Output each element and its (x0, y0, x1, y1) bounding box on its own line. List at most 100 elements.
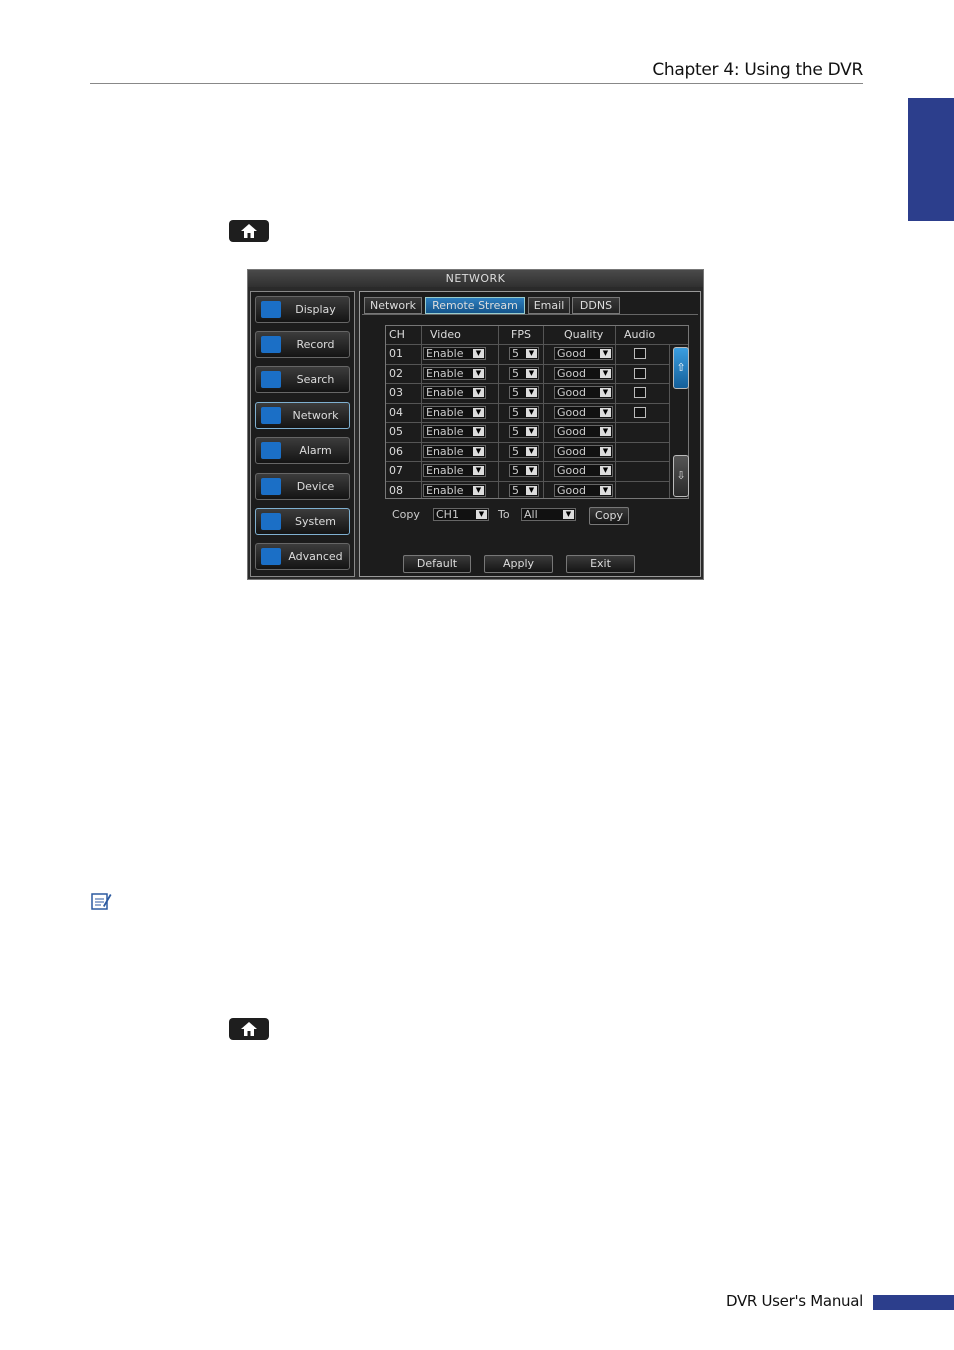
channel-cell: 07 (389, 464, 403, 477)
menu-record-button[interactable]: Record (255, 331, 350, 358)
chevron-down-icon: ▼ (526, 349, 537, 358)
menu-device-button[interactable]: Device (255, 473, 350, 500)
video-select[interactable]: Enable ▼ (423, 386, 486, 399)
copy-button[interactable]: Copy (589, 507, 629, 525)
table-row: 05 Enable ▼ 5 ▼ Good ▼ (386, 422, 669, 442)
video-select[interactable]: Enable ▼ (423, 405, 486, 419)
apply-button[interactable]: Apply (484, 555, 553, 573)
audio-checkbox[interactable] (634, 406, 646, 418)
channel-cell: 05 (389, 425, 403, 438)
menu-label: Search (296, 373, 335, 386)
scroll-down-button[interactable]: ⇩ (673, 455, 689, 497)
stream-table: ⇧ ⇩ CH Video FPS Quality Audio 01 Enable ▼ 5 ▼ Goo… (385, 325, 689, 499)
chevron-down-icon: ▼ (526, 446, 537, 456)
video-select[interactable]: Enable ▼ (423, 347, 486, 360)
chevron-down-icon: ▼ (473, 349, 484, 358)
table-row: 04 Enable ▼ 5 ▼ Good ▼ (386, 403, 669, 423)
video-select[interactable]: Enable ▼ (423, 483, 486, 497)
chevron-down-icon: ▼ (600, 388, 611, 397)
table-row: 06 Enable ▼ 5 ▼ Good ▼ (386, 442, 669, 462)
menu-advanced-button[interactable]: Advanced (255, 543, 350, 570)
chevron-down-icon: ▼ (600, 349, 611, 358)
video-select[interactable]: Enable ▼ (423, 464, 486, 477)
header-rule (90, 83, 863, 84)
table-row: 01 Enable ▼ 5 ▼ Good ▼ (386, 344, 669, 364)
chevron-down-icon: ▼ (473, 427, 484, 436)
chevron-down-icon: ▼ (600, 466, 611, 475)
chevron-down-icon: ▼ (600, 427, 611, 436)
column-header: Quality (564, 328, 604, 341)
tab-ddns[interactable]: DDNS (572, 297, 620, 314)
default-button[interactable]: Default (403, 555, 471, 573)
video-select[interactable]: Enable ▼ (423, 366, 486, 380)
channel-cell: 02 (389, 366, 403, 380)
quality-select[interactable]: Good ▼ (554, 405, 613, 419)
quality-select[interactable]: Good ▼ (554, 366, 613, 380)
menu-label: Record (296, 338, 335, 351)
video-select[interactable]: Enable ▼ (423, 425, 486, 438)
chapter-side-tab (908, 98, 954, 221)
table-row: 08 Enable ▼ 5 ▼ Good ▼ (386, 481, 669, 501)
quality-select[interactable]: Good ▼ (554, 425, 613, 438)
menu-network-button[interactable]: Network (255, 402, 350, 429)
fps-select[interactable]: 5 ▼ (509, 366, 539, 380)
channel-cell: 03 (389, 386, 403, 399)
fps-select[interactable]: 5 ▼ (509, 425, 539, 438)
fps-select[interactable]: 5 ▼ (509, 483, 539, 497)
chevron-down-icon: ▼ (473, 407, 484, 417)
menu-label: Advanced (288, 550, 343, 563)
audio-checkbox[interactable] (634, 387, 646, 398)
tab-email[interactable]: Email (528, 297, 570, 314)
menu-label: Display (295, 303, 336, 316)
menu-label: Alarm (299, 444, 332, 457)
network-icon (261, 407, 281, 424)
menu-search-button[interactable]: Search (255, 366, 350, 393)
video-select[interactable]: Enable ▼ (423, 444, 486, 458)
tab-remote-stream[interactable]: Remote Stream (425, 297, 525, 314)
channel-cell: 01 (389, 347, 403, 360)
table-row: 02 Enable ▼ 5 ▼ Good ▼ (386, 364, 669, 384)
copy-from-select[interactable]: CH1 ▼ (433, 508, 489, 521)
alarm-icon (261, 442, 281, 459)
device-icon (261, 478, 281, 495)
chevron-down-icon: ▼ (600, 446, 611, 456)
audio-checkbox[interactable] (634, 348, 646, 359)
home-button-top[interactable] (229, 220, 269, 242)
copy-to-select[interactable]: All ▼ (521, 508, 576, 521)
chevron-down-icon: ▼ (600, 485, 611, 495)
quality-select[interactable]: Good ▼ (554, 347, 613, 360)
fps-select[interactable]: 5 ▼ (509, 405, 539, 419)
chevron-down-icon: ▼ (600, 368, 611, 378)
fps-select[interactable]: 5 ▼ (509, 347, 539, 360)
chevron-down-icon: ▼ (526, 368, 537, 378)
audio-checkbox[interactable] (634, 367, 646, 379)
menu-system-button[interactable]: System (255, 508, 350, 535)
arrow-down-icon: ⇩ (676, 469, 686, 482)
display-icon (261, 301, 281, 318)
quality-select[interactable]: Good ▼ (554, 386, 613, 399)
home-button-bottom[interactable] (229, 1018, 269, 1040)
chevron-down-icon: ▼ (473, 368, 484, 378)
menu-alarm-button[interactable]: Alarm (255, 437, 350, 464)
tabs-divider (362, 314, 698, 315)
chevron-down-icon: ▼ (600, 407, 611, 417)
quality-select[interactable]: Good ▼ (554, 464, 613, 477)
quality-select[interactable]: Good ▼ (554, 483, 613, 497)
tab-network[interactable]: Network (364, 297, 422, 314)
fps-select[interactable]: 5 ▼ (509, 386, 539, 399)
system-icon (261, 513, 281, 530)
page-footer-title: DVR User's Manual (725, 1292, 863, 1310)
chevron-down-icon: ▼ (526, 427, 537, 436)
menu-display-button[interactable]: Display (255, 296, 350, 323)
chevron-down-icon: ▼ (563, 510, 574, 519)
fps-select[interactable]: 5 ▼ (509, 464, 539, 477)
fps-select[interactable]: 5 ▼ (509, 444, 539, 458)
menu-label: Network (292, 409, 339, 422)
quality-select[interactable]: Good ▼ (554, 444, 613, 458)
copy-label: Copy (392, 508, 420, 521)
scroll-up-button[interactable]: ⇧ (673, 347, 689, 389)
channel-cell: 08 (389, 483, 403, 497)
exit-button[interactable]: Exit (566, 555, 635, 573)
channel-cell: 06 (389, 444, 403, 458)
chevron-down-icon: ▼ (473, 466, 484, 475)
